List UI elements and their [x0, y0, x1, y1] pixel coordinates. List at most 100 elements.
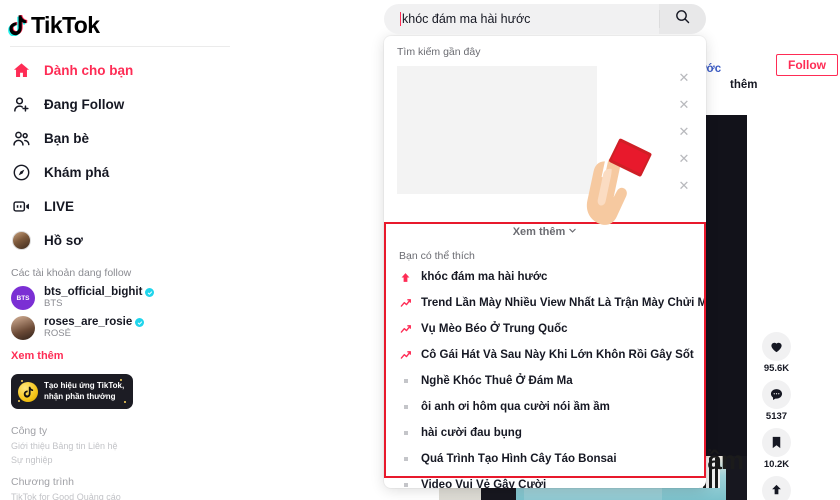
suggestion-label: Video Vui Vẻ Gây Cười: [421, 479, 547, 488]
bullet-icon: [399, 457, 412, 461]
suggestion-label: Nghề Khóc Thuê Ở Đám Ma: [421, 375, 573, 387]
sidebar: TikTok Dành cho bạn Đang Follow Bạn bè K…: [0, 0, 240, 500]
suggestion-item[interactable]: ôi anh ơi hôm qua cười nói ầm ầm: [384, 394, 706, 420]
primary-nav: Dành cho bạn Đang Follow Bạn bè Khám phá…: [0, 47, 240, 257]
footer-links-company-2[interactable]: Sự nghiệp: [11, 454, 240, 468]
footer-links-program-1[interactable]: TikTok for Good Quảng cáo: [11, 491, 240, 500]
suggestion-item[interactable]: Trend Lần Mày Nhiều View Nhất Là Trận Mà…: [384, 290, 706, 316]
bookmark-button[interactable]: 10.2K: [762, 428, 791, 470]
like-count: 95.6K: [763, 363, 790, 374]
remove-recent-search-button[interactable]: ✕: [674, 64, 694, 91]
suggestion-item[interactable]: Vụ Mèo Béo Ở Trung Quốc: [384, 316, 706, 342]
see-more-recent-button[interactable]: Xem thêm: [384, 226, 706, 242]
see-more-accounts-button[interactable]: Xem thêm: [0, 343, 240, 362]
search-bar[interactable]: khóc đám ma hài hước: [384, 4, 706, 34]
bookmark-icon: [762, 428, 791, 457]
bullet-icon: [399, 405, 412, 409]
chevron-down-icon: [568, 226, 577, 238]
bullet-icon: [399, 483, 412, 487]
sidebar-item-following[interactable]: Đang Follow: [0, 87, 240, 121]
like-button[interactable]: 95.6K: [762, 332, 791, 374]
recent-searches-title: Tìm kiếm gần đây: [397, 46, 481, 58]
tiktok-wordmark: TikTok: [31, 11, 100, 38]
sidebar-item-for-you[interactable]: Dành cho bạn: [0, 53, 240, 87]
music-note-icon: [8, 14, 28, 37]
comment-count: 5137: [765, 411, 788, 422]
search-input-value: khóc đám ma hài hước: [402, 12, 531, 26]
sidebar-footer: Công ty Giới thiệu Bảng tin Liên hệ Sự n…: [0, 409, 240, 500]
suggestion-item[interactable]: khóc đám ma hài hước: [384, 264, 706, 290]
sidebar-label-friends: Bạn bè: [44, 130, 90, 146]
suggestion-label: hài cười đau bụng: [421, 427, 522, 439]
recent-searches-list: ✕ ✕ ✕ ✕ ✕: [384, 58, 706, 226]
search-divider: [659, 10, 660, 28]
heart-icon: [762, 332, 791, 361]
remove-recent-search-button[interactable]: ✕: [674, 91, 694, 118]
account-display-name: ROSÉ: [44, 328, 71, 340]
remove-recent-search-button[interactable]: ✕: [674, 145, 694, 172]
suggestion-label: Trend Lần Mày Nhiều View Nhất Là Trận Mà…: [421, 297, 706, 309]
suggestion-label: khóc đám ma hài hước: [421, 271, 548, 283]
trending-icon: [399, 349, 412, 361]
share-button[interactable]: [762, 476, 791, 500]
suggestion-item[interactable]: hài cười đau bụng: [384, 420, 706, 446]
suggestion-item[interactable]: Nghề Khóc Thuê Ở Đám Ma: [384, 368, 706, 394]
arrow-up-icon: [399, 272, 412, 283]
follow-button[interactable]: Follow: [776, 54, 838, 76]
remove-recent-search-button[interactable]: ✕: [674, 118, 694, 145]
search-suggestions-panel: Tìm kiếm gần đây ✕ ✕ ✕ ✕ ✕ Xem thêm Bạn …: [384, 36, 706, 488]
following-account-bts[interactable]: BTS bts_official_bighit BTS: [0, 283, 240, 313]
suggestion-item[interactable]: Cô Gái Hát Và Sau Này Khi Lớn Khôn Rồi G…: [384, 342, 706, 368]
effect-house-promo-banner[interactable]: Tạo hiệu ứng TikTok, nhận phần thưởng: [11, 374, 133, 410]
sidebar-item-profile[interactable]: Hồ sơ: [0, 223, 240, 257]
home-icon: [11, 60, 32, 81]
footer-links-company-1[interactable]: Giới thiệu Bảng tin Liên hệ: [11, 440, 240, 454]
compass-icon: [11, 162, 32, 183]
recent-searches-redacted-area: [397, 66, 597, 194]
sidebar-label-for-you: Dành cho bạn: [44, 62, 134, 78]
search-input[interactable]: khóc đám ma hài hước: [384, 12, 659, 26]
verified-badge-icon: [135, 318, 145, 328]
coin-icon: [18, 381, 38, 402]
promo-line-2: nhận phần thưởng: [44, 391, 116, 401]
sidebar-item-live[interactable]: LIVE: [0, 189, 240, 223]
remove-buttons-column: ✕ ✕ ✕ ✕ ✕: [674, 64, 694, 199]
verified-badge-icon: [145, 288, 155, 298]
user-plus-icon: [11, 94, 32, 115]
footer-heading-program: Chương trình: [11, 475, 74, 488]
suggestion-label: Cô Gái Hát Và Sau Này Khi Lớn Khôn Rồi G…: [421, 349, 694, 361]
search-submit-button[interactable]: [659, 4, 706, 34]
suggestion-item[interactable]: Quá Trình Tạo Hình Cây Táo Bonsai: [384, 446, 706, 472]
post-caption-more[interactable]: thêm: [730, 79, 757, 91]
bullet-icon: [399, 431, 412, 435]
suggestion-label: Quá Trình Tạo Hình Cây Táo Bonsai: [421, 453, 617, 465]
sidebar-item-friends[interactable]: Bạn bè: [0, 121, 240, 155]
trending-icon: [399, 297, 412, 309]
avatar-initials: BTS: [16, 294, 30, 302]
promo-line-1: Tạo hiệu ứng TikTok,: [44, 381, 125, 391]
sidebar-label-following: Đang Follow: [44, 96, 125, 112]
sidebar-label-explore: Khám phá: [44, 164, 110, 180]
suggestion-label: Vụ Mèo Béo Ở Trung Quốc: [421, 323, 568, 335]
avatar: [11, 316, 35, 341]
text-caret: [400, 12, 401, 26]
suggestion-item[interactable]: Video Vui Vẻ Gây Cười: [384, 472, 706, 488]
sidebar-label-live: LIVE: [44, 198, 75, 214]
sidebar-item-explore[interactable]: Khám phá: [0, 155, 240, 189]
suggestion-label: ôi anh ơi hôm qua cười nói ầm ầm: [421, 401, 610, 413]
suggestions-title: Bạn có thể thích: [399, 250, 475, 262]
remove-recent-search-button[interactable]: ✕: [674, 172, 694, 199]
video-action-rail: 95.6K 5137 10.2K: [762, 332, 791, 500]
bullet-icon: [399, 379, 412, 383]
tiktok-page: TikTok Dành cho bạn Đang Follow Bạn bè K…: [0, 0, 840, 500]
comment-button[interactable]: 5137: [762, 380, 791, 422]
share-icon: [762, 476, 791, 500]
tiktok-logo[interactable]: TikTok: [0, 0, 240, 42]
following-account-rosie[interactable]: roses_are_rosie ROSÉ: [0, 313, 240, 343]
bookmark-count: 10.2K: [763, 459, 790, 470]
following-accounts-title: Các tài khoản dang follow: [11, 267, 132, 279]
avatar-icon: [11, 230, 32, 251]
footer-heading-company: Công ty: [11, 425, 48, 438]
search-icon: [674, 8, 691, 30]
account-display-name: BTS: [44, 298, 63, 310]
